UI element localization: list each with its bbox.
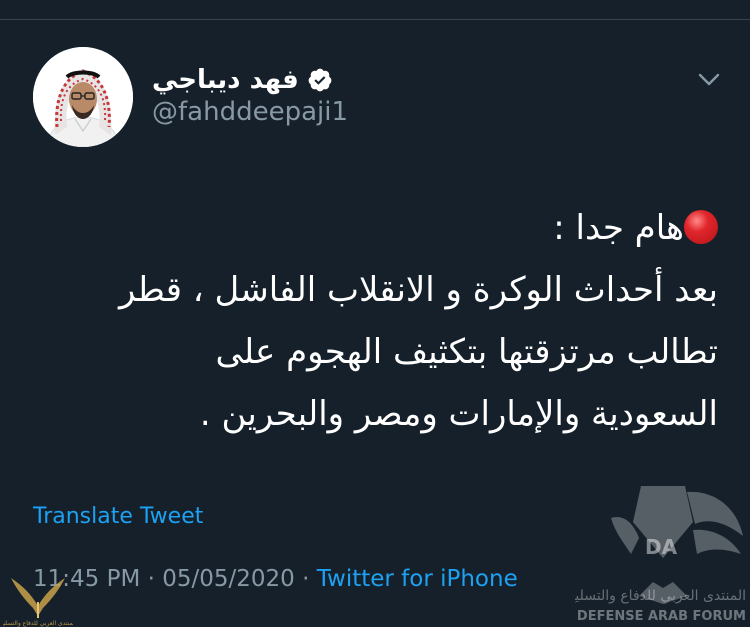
- tweet-line: السعودية والإمارات ومصر والبحرين .: [199, 394, 718, 434]
- tweet-body: هام جدا : بعد أحداث الوكرة و الانقلاب ال…: [40, 197, 718, 445]
- tweet-screenshot: فهد ديباجي @fahddeepaji1 هام جدا : بعد أ…: [0, 0, 750, 627]
- meta-separator: ·: [140, 566, 163, 592]
- display-name[interactable]: فهد ديباجي: [152, 67, 299, 93]
- watermark-logo-small: المنتدى العربي للدفاع والتسليح: [3, 578, 73, 627]
- tweet-metadata: 11:45 PM · 05/05/2020 · Twitter for iPho…: [33, 568, 518, 591]
- translate-tweet-link[interactable]: Translate Tweet: [33, 506, 203, 528]
- tweet-line: بعد أحداث الوكرة و الانقلاب الفاشل ، قطر: [119, 270, 718, 310]
- tweet-source-link[interactable]: Twitter for iPhone: [317, 566, 518, 592]
- tweet-heading: هام جدا :: [553, 208, 684, 248]
- watermark-arabic: المنتدى العربي للدفاع والتسليح: [575, 588, 746, 604]
- watermark-english: DEFENSE ARAB FORUM: [577, 609, 746, 624]
- avatar-image: [33, 47, 133, 147]
- watermark-logo-letters: DA: [645, 535, 678, 559]
- tweet-date: 05/05/2020: [162, 566, 295, 592]
- user-name-row: فهد ديباجي: [152, 62, 333, 98]
- tweet-heading-line: هام جدا :: [40, 197, 718, 259]
- user-handle[interactable]: @fahddeepaji1: [152, 99, 348, 125]
- red-circle-emoji-icon: [684, 210, 718, 244]
- user-avatar[interactable]: [33, 47, 133, 147]
- meta-separator: ·: [294, 566, 317, 592]
- watermark-arabic-small: المنتدى العربي للدفاع والتسليح: [3, 620, 73, 627]
- chevron-down-icon[interactable]: [694, 64, 724, 94]
- tweet-line: تطالب مرتزقتها بتكثيف الهجوم على: [215, 332, 718, 372]
- verified-badge-icon: [308, 68, 332, 92]
- divider: [0, 19, 750, 20]
- watermark-logo-large: DA المنتدى العربي للدفاع والتسليح DEFENS…: [575, 486, 746, 624]
